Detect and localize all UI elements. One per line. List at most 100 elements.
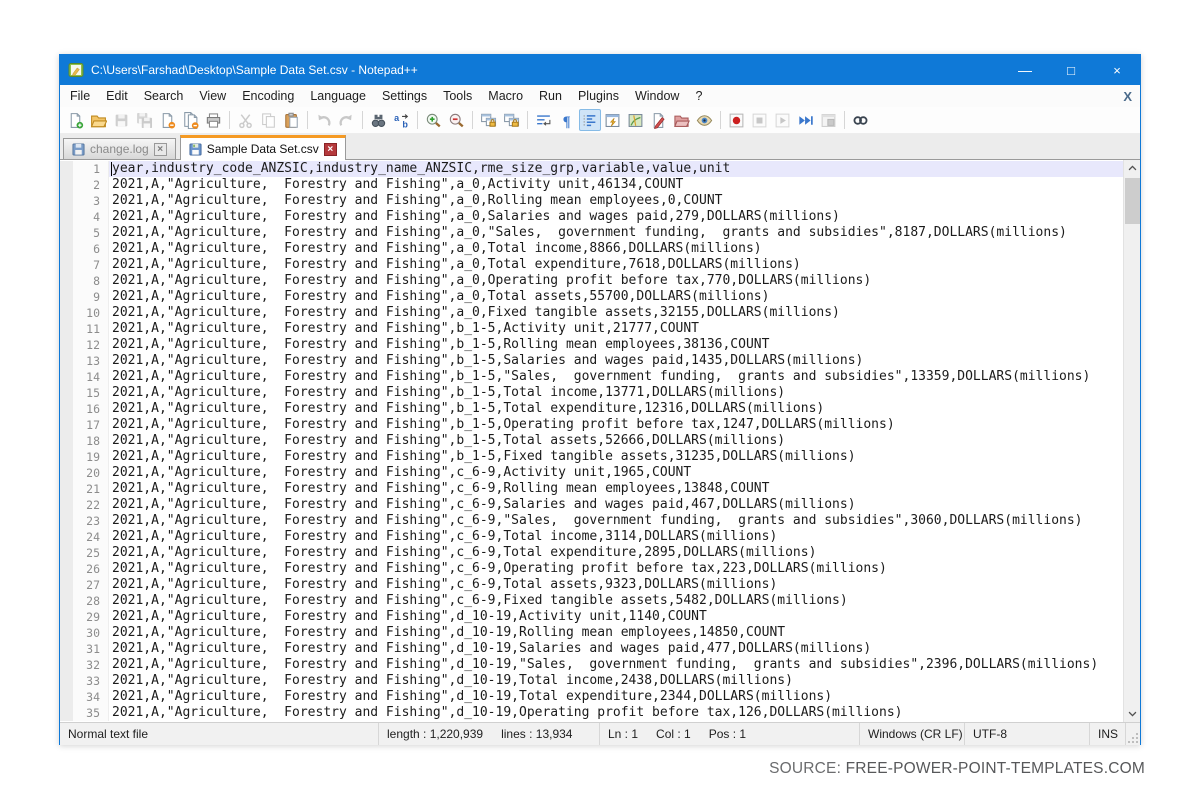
code-text[interactable]: 2021,A,"Agriculture, Forestry and Fishin… [109, 497, 1123, 513]
define-language-icon[interactable] [648, 109, 670, 131]
macro-playback-icon[interactable] [772, 109, 794, 131]
code-line[interactable]: 202021,A,"Agriculture, Forestry and Fish… [60, 465, 1123, 481]
editor[interactable]: 1year,industry_code_ANZSIC,industry_name… [60, 160, 1140, 722]
undo-icon[interactable] [313, 109, 335, 131]
code-text[interactable]: 2021,A,"Agriculture, Forestry and Fishin… [109, 625, 1123, 641]
menu-macro[interactable]: Macro [480, 85, 531, 107]
code-line[interactable]: 222021,A,"Agriculture, Forestry and Fish… [60, 497, 1123, 513]
code-line[interactable]: 22021,A,"Agriculture, Forestry and Fishi… [60, 177, 1123, 193]
code-line[interactable]: 82021,A,"Agriculture, Forestry and Fishi… [60, 273, 1123, 289]
zoom-out-icon[interactable] [446, 109, 468, 131]
code-text[interactable]: 2021,A,"Agriculture, Forestry and Fishin… [109, 401, 1123, 417]
show-all-characters-icon[interactable]: ¶ [556, 109, 578, 131]
code-text[interactable]: 2021,A,"Agriculture, Forestry and Fishin… [109, 673, 1123, 689]
close-all-icon[interactable] [180, 109, 202, 131]
close-button[interactable]: × [1094, 55, 1140, 85]
menu-window[interactable]: Window [627, 85, 687, 107]
code-line[interactable]: 342021,A,"Agriculture, Forestry and Fish… [60, 689, 1123, 705]
code-text[interactable]: 2021,A,"Agriculture, Forestry and Fishin… [109, 417, 1123, 433]
code-line[interactable]: 1year,industry_code_ANZSIC,industry_name… [60, 161, 1123, 177]
tab-sample-data-set[interactable]: Sample Data Set.csv × [180, 135, 346, 160]
code-text[interactable]: 2021,A,"Agriculture, Forestry and Fishin… [109, 481, 1123, 497]
code-line[interactable]: 302021,A,"Agriculture, Forestry and Fish… [60, 625, 1123, 641]
code-line[interactable]: 142021,A,"Agriculture, Forestry and Fish… [60, 369, 1123, 385]
minimize-button[interactable]: — [1002, 55, 1048, 85]
code-line[interactable]: 172021,A,"Agriculture, Forestry and Fish… [60, 417, 1123, 433]
save-all-icon[interactable] [134, 109, 156, 131]
code-line[interactable]: 32021,A,"Agriculture, Forestry and Fishi… [60, 193, 1123, 209]
code-text[interactable]: 2021,A,"Agriculture, Forestry and Fishin… [109, 289, 1123, 305]
scroll-down-arrow[interactable] [1124, 705, 1140, 722]
code-line[interactable]: 62021,A,"Agriculture, Forestry and Fishi… [60, 241, 1123, 257]
menu-run[interactable]: Run [531, 85, 570, 107]
code-text[interactable]: 2021,A,"Agriculture, Forestry and Fishin… [109, 257, 1123, 273]
code-line[interactable]: 102021,A,"Agriculture, Forestry and Fish… [60, 305, 1123, 321]
code-line[interactable]: 92021,A,"Agriculture, Forestry and Fishi… [60, 289, 1123, 305]
menu-help[interactable]: ? [687, 85, 710, 107]
menu-search[interactable]: Search [136, 85, 192, 107]
code-text[interactable]: year,industry_code_ANZSIC,industry_name_… [109, 161, 1123, 177]
zoom-in-icon[interactable] [423, 109, 445, 131]
code-text[interactable]: 2021,A,"Agriculture, Forestry and Fishin… [109, 177, 1123, 193]
code-text[interactable]: 2021,A,"Agriculture, Forestry and Fishin… [109, 337, 1123, 353]
maximize-button[interactable]: □ [1048, 55, 1094, 85]
code-text[interactable]: 2021,A,"Agriculture, Forestry and Fishin… [109, 609, 1123, 625]
code-text[interactable]: 2021,A,"Agriculture, Forestry and Fishin… [109, 353, 1123, 369]
code-line[interactable]: 262021,A,"Agriculture, Forestry and Fish… [60, 561, 1123, 577]
code-text[interactable]: 2021,A,"Agriculture, Forestry and Fishin… [109, 369, 1123, 385]
code-line[interactable]: 232021,A,"Agriculture, Forestry and Fish… [60, 513, 1123, 529]
code-text[interactable]: 2021,A,"Agriculture, Forestry and Fishin… [109, 705, 1123, 721]
vertical-scrollbar[interactable] [1123, 160, 1140, 722]
code-line[interactable]: 322021,A,"Agriculture, Forestry and Fish… [60, 657, 1123, 673]
code-line[interactable]: 352021,A,"Agriculture, Forestry and Fish… [60, 705, 1123, 721]
code-line[interactable]: 272021,A,"Agriculture, Forestry and Fish… [60, 577, 1123, 593]
code-text[interactable]: 2021,A,"Agriculture, Forestry and Fishin… [109, 577, 1123, 593]
menu-view[interactable]: View [191, 85, 234, 107]
new-file-icon[interactable] [65, 109, 87, 131]
macro-save-icon[interactable] [818, 109, 840, 131]
tab-close-icon[interactable]: × [154, 143, 167, 156]
show-indent-guide-icon[interactable] [579, 109, 601, 131]
menu-encoding[interactable]: Encoding [234, 85, 302, 107]
code-line[interactable]: 112021,A,"Agriculture, Forestry and Fish… [60, 321, 1123, 337]
code-line[interactable]: 182021,A,"Agriculture, Forestry and Fish… [60, 433, 1123, 449]
monitoring-icon[interactable] [694, 109, 716, 131]
code-line[interactable]: 252021,A,"Agriculture, Forestry and Fish… [60, 545, 1123, 561]
code-line[interactable]: 52021,A,"Agriculture, Forestry and Fishi… [60, 225, 1123, 241]
document-map-icon[interactable] [625, 109, 647, 131]
code-text[interactable]: 2021,A,"Agriculture, Forestry and Fishin… [109, 225, 1123, 241]
macro-stop-icon[interactable] [749, 109, 771, 131]
sync-horizontal-scroll-icon[interactable] [501, 109, 523, 131]
sync-vertical-scroll-icon[interactable] [478, 109, 500, 131]
code-line[interactable]: 332021,A,"Agriculture, Forestry and Fish… [60, 673, 1123, 689]
code-line[interactable]: 132021,A,"Agriculture, Forestry and Fish… [60, 353, 1123, 369]
word-wrap-icon[interactable] [533, 109, 555, 131]
menu-file[interactable]: File [62, 85, 98, 107]
menu-close-button[interactable]: X [1123, 89, 1132, 104]
code-line[interactable]: 192021,A,"Agriculture, Forestry and Fish… [60, 449, 1123, 465]
cut-icon[interactable] [235, 109, 257, 131]
code-text[interactable]: 2021,A,"Agriculture, Forestry and Fishin… [109, 193, 1123, 209]
code-text[interactable]: 2021,A,"Agriculture, Forestry and Fishin… [109, 449, 1123, 465]
code-line[interactable]: 72021,A,"Agriculture, Forestry and Fishi… [60, 257, 1123, 273]
code-text[interactable]: 2021,A,"Agriculture, Forestry and Fishin… [109, 545, 1123, 561]
code-text[interactable]: 2021,A,"Agriculture, Forestry and Fishin… [109, 305, 1123, 321]
scroll-up-arrow[interactable] [1124, 160, 1140, 177]
code-text[interactable]: 2021,A,"Agriculture, Forestry and Fishin… [109, 209, 1123, 225]
code-text[interactable]: 2021,A,"Agriculture, Forestry and Fishin… [109, 641, 1123, 657]
menu-language[interactable]: Language [302, 85, 374, 107]
code-text[interactable]: 2021,A,"Agriculture, Forestry and Fishin… [109, 321, 1123, 337]
tab-change-log[interactable]: change.log × [63, 138, 176, 159]
menu-edit[interactable]: Edit [98, 85, 136, 107]
menu-settings[interactable]: Settings [374, 85, 435, 107]
find-icon[interactable] [368, 109, 390, 131]
macro-run-multiple-icon[interactable] [795, 109, 817, 131]
replace-icon[interactable]: ab [391, 109, 413, 131]
paste-icon[interactable] [281, 109, 303, 131]
code-text[interactable]: 2021,A,"Agriculture, Forestry and Fishin… [109, 657, 1123, 673]
macro-record-icon[interactable] [726, 109, 748, 131]
code-text[interactable]: 2021,A,"Agriculture, Forestry and Fishin… [109, 273, 1123, 289]
code-text[interactable]: 2021,A,"Agriculture, Forestry and Fishin… [109, 529, 1123, 545]
resize-grip[interactable] [1126, 723, 1140, 745]
code-line[interactable]: 152021,A,"Agriculture, Forestry and Fish… [60, 385, 1123, 401]
